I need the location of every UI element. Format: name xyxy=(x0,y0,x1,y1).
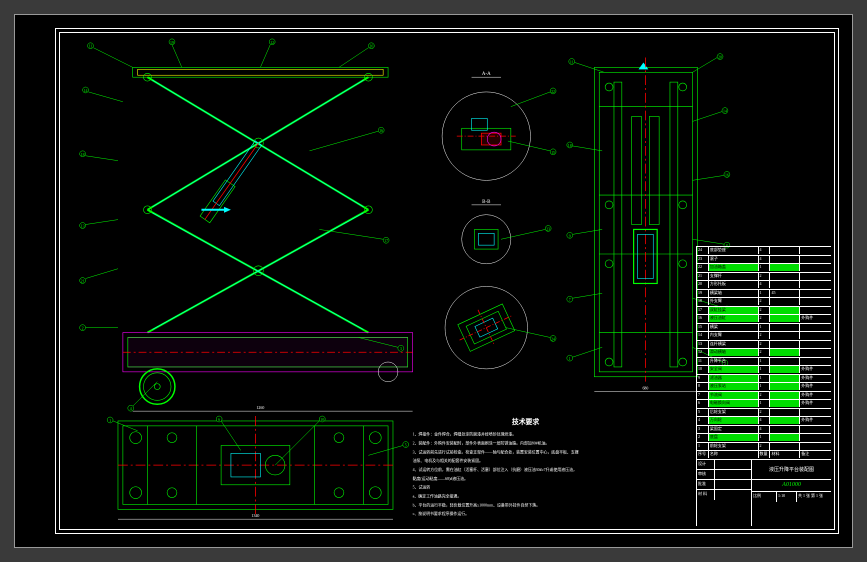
dim-1340: 1340 xyxy=(252,514,260,518)
bom-row: 9滤油器1外购件 xyxy=(697,374,831,382)
bom-row: 17双缸挂梁2 xyxy=(697,306,831,314)
svg-text:1: 1 xyxy=(109,419,111,423)
bom-row: 22加油箱盖1 xyxy=(697,263,831,271)
svg-text:3、试运转前先进行试验检查。检查支架件——轴与配合处，装置安: 3、试运转前先进行试验检查。检查支架件——轴与配合处，装置安装位置中心，底盘平板… xyxy=(413,449,579,454)
bom-row: 14内支臂2 xyxy=(697,331,831,339)
svg-text:2、装配件：外购件安装配时，部件外表面刷涂一层防锈油脂。内部: 2、装配件：外购件安装配时，部件外表面刷涂一层防锈油脂。内部加80#机油。 xyxy=(413,441,550,446)
svg-text:21: 21 xyxy=(81,279,85,283)
svg-text:a、确定工作油路完全接通。: a、确定工作油路完全接通。 xyxy=(413,494,462,499)
svg-text:19: 19 xyxy=(170,41,174,45)
balloon-leaders: 11 19 12 20 14 18 13 21 2 4 16 17 3 22 1… xyxy=(80,39,730,465)
bom-row: 19横梁轴145 xyxy=(697,289,831,297)
section-b-label: B-B xyxy=(482,200,491,205)
drawing-no: A01000 xyxy=(752,480,831,492)
bom-row: 15横梁1 xyxy=(697,323,831,331)
dim-1260: 1260 xyxy=(256,406,264,410)
svg-text:10: 10 xyxy=(320,418,324,422)
svg-text:13: 13 xyxy=(81,224,85,228)
bom-row: 7节流阀2外购件 xyxy=(697,391,831,399)
bom-row: 24底部垫座4 xyxy=(697,246,831,254)
bom-row: 23滚子4 xyxy=(697,255,831,263)
bom-row: 20方形托板4 xyxy=(697,280,831,288)
svg-text:18: 18 xyxy=(568,144,572,148)
svg-text:24: 24 xyxy=(551,337,555,341)
svg-text:b、平台的运行平稳，轻负载位置升高≥1000mm、设备带外挂: b、平台的运行平稳，轻负载位置升高≥1000mm、设备带外挂件自然下落。 xyxy=(413,502,540,507)
bom-row: 1前轮支架2 xyxy=(697,442,831,450)
svg-text:12: 12 xyxy=(270,41,274,45)
svg-text:18: 18 xyxy=(81,153,85,157)
svg-text:14: 14 xyxy=(723,110,727,114)
svg-text:3: 3 xyxy=(400,347,402,351)
bom-row: 21支撑杆2 xyxy=(697,272,831,280)
bom-row: 13连杆横梁2 xyxy=(697,340,831,348)
svg-text:15: 15 xyxy=(551,151,555,155)
svg-text:4: 4 xyxy=(130,407,132,411)
svg-text:5: 5 xyxy=(405,443,407,447)
svg-text:2: 2 xyxy=(82,327,84,331)
svg-text:23: 23 xyxy=(546,227,550,231)
svg-text:技术要求: 技术要求 xyxy=(512,417,540,426)
drawing-title-block: 设计 审核 批准 材 料 液压升降平台装配图 A01000 比例 1:10 共 … xyxy=(697,459,831,527)
bom-row: 12滑动横轴2 xyxy=(697,348,831,356)
svg-text:16: 16 xyxy=(725,173,729,177)
bom-row: 18外支臂2 xyxy=(697,297,831,305)
bom-row: 3梁固定4 xyxy=(697,425,831,433)
svg-text:7: 7 xyxy=(569,298,571,302)
bom-header: 序号名称数量材料备注 xyxy=(697,450,831,458)
svg-text:20: 20 xyxy=(369,45,373,49)
svg-text:17: 17 xyxy=(384,239,388,243)
svg-text:14: 14 xyxy=(84,89,88,93)
svg-text:16: 16 xyxy=(379,129,383,133)
drawing-name: 液压升降平台装配图 xyxy=(752,460,831,480)
dim-680: 680 xyxy=(642,387,648,391)
svg-text:4、试运转方位前，需在油缸（活塞杆、活塞）部位注入（抗磨）液: 4、试运转方位前，需在油缸（活塞杆、活塞）部位注入（抗磨）液压油30#≥7升或使… xyxy=(413,467,577,472)
svg-text:6: 6 xyxy=(218,418,220,422)
svg-text:油泵、电机及与相关的配套件安装紧固。: 油泵、电机及与相关的配套件安装紧固。 xyxy=(413,458,483,463)
bom-row: 8液压泵站1外购件 xyxy=(697,382,831,390)
svg-text:9: 9 xyxy=(569,234,571,238)
bom-row: 2底盘1 xyxy=(697,433,831,441)
svg-text:5、试运转: 5、试运转 xyxy=(413,485,431,490)
svg-text:11: 11 xyxy=(570,60,574,64)
svg-text:1、焊接件：金件焊合，焊缝处涂防腐漆并经喷砂处理烘漆。: 1、焊接件：金件焊合，焊缝处涂防腐漆并经喷砂处理烘漆。 xyxy=(413,432,517,437)
svg-text:黏度(运动粘度——68)#液压油。: 黏度(运动粘度——68)#液压油。 xyxy=(413,476,468,481)
bom-row: 16液压油缸2外购件 xyxy=(697,314,831,322)
bom-row: 6电磁换向阀1外购件 xyxy=(697,399,831,407)
title-block: 24底部垫座423滚子422加油箱盖121支撑杆220方形托板419横梁轴145… xyxy=(696,246,831,526)
bom-row: 4万向轮4外购件 xyxy=(697,416,831,424)
tech-requirements: 技术要求 1、焊接件：金件焊合，焊缝处涂防腐漆并经喷砂处理烘漆。 2、装配件：外… xyxy=(413,417,579,516)
bom-row: 5后轮支架2 xyxy=(697,408,831,416)
svg-text:11: 11 xyxy=(89,45,93,49)
bom-row: 11升降平台1 xyxy=(697,357,831,365)
bom-row: 10安全阀1外购件 xyxy=(697,365,831,373)
svg-text:22: 22 xyxy=(551,90,555,94)
svg-text:c、按说明书要求程序操作运行。: c、按说明书要求程序操作运行。 xyxy=(413,511,469,516)
svg-text:20: 20 xyxy=(718,56,722,60)
section-a-label: A-A xyxy=(482,72,491,77)
svg-text:1: 1 xyxy=(569,357,571,361)
